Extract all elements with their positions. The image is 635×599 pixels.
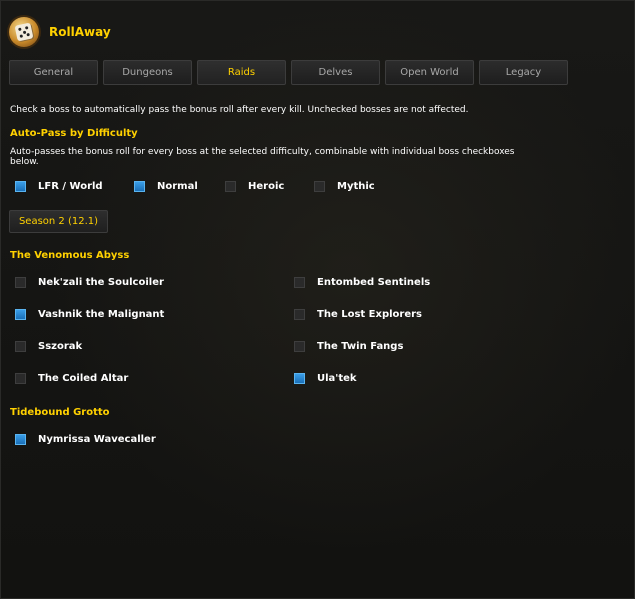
boss-label: Nymrissa Wavecaller	[38, 434, 156, 445]
tab-general[interactable]: General	[9, 60, 98, 85]
boss-label: Ula'tek	[317, 373, 357, 384]
tab-legacy[interactable]: Legacy	[479, 60, 568, 85]
checkbox-unchecked[interactable]	[15, 277, 26, 288]
tab-delves[interactable]: Delves	[291, 60, 380, 85]
boss-label: The Twin Fangs	[317, 341, 404, 352]
difficulty-section-title: Auto-Pass by Difficulty	[10, 128, 138, 139]
boss-checkbox-vashnik[interactable]: Vashnik the Malignant	[15, 309, 164, 320]
boss-label: Sszorak	[38, 341, 83, 352]
dice-icon	[9, 17, 39, 47]
checkbox-unchecked[interactable]	[294, 309, 305, 320]
difficulty-heroic-checkbox[interactable]: Heroic	[225, 181, 284, 192]
checkbox-label: Heroic	[248, 181, 285, 192]
checkbox-unchecked[interactable]	[15, 373, 26, 384]
tab-dungeons[interactable]: Dungeons	[103, 60, 192, 85]
checkbox-checked[interactable]	[134, 181, 145, 192]
raid-title-venomous-abyss: The Venomous Abyss	[10, 250, 130, 261]
boss-label: The Lost Explorers	[317, 309, 422, 320]
intro-text: Check a boss to automatically pass the b…	[10, 105, 469, 115]
checkbox-label: Normal	[157, 181, 198, 192]
difficulty-lfr-checkbox[interactable]: LFR / World	[15, 181, 103, 192]
checkbox-checked[interactable]	[294, 373, 305, 384]
app-title: RollAway	[49, 25, 111, 39]
checkbox-label: LFR / World	[38, 181, 103, 192]
checkbox-unchecked[interactable]	[294, 277, 305, 288]
checkbox-checked[interactable]	[15, 181, 26, 192]
checkbox-unchecked[interactable]	[314, 181, 325, 192]
boss-checkbox-lost-explorers[interactable]: The Lost Explorers	[294, 309, 422, 320]
boss-checkbox-sszorak[interactable]: Sszorak	[15, 341, 82, 352]
checkbox-unchecked[interactable]	[225, 181, 236, 192]
tab-raids[interactable]: Raids	[197, 60, 286, 85]
boss-label: Nek'zali the Soulcoiler	[38, 277, 164, 288]
boss-checkbox-twin-fangs[interactable]: The Twin Fangs	[294, 341, 403, 352]
checkbox-unchecked[interactable]	[15, 341, 26, 352]
boss-label: Vashnik the Malignant	[38, 309, 165, 320]
tab-open-world[interactable]: Open World	[385, 60, 474, 85]
checkbox-checked[interactable]	[15, 434, 26, 445]
boss-checkbox-nekzali[interactable]: Nek'zali the Soulcoiler	[15, 277, 164, 288]
difficulty-normal-checkbox[interactable]: Normal	[134, 181, 198, 192]
boss-checkbox-coiled-altar[interactable]: The Coiled Altar	[15, 373, 128, 384]
boss-label: Entombed Sentinels	[317, 277, 431, 288]
raid-title-tidebound-grotto: Tidebound Grotto	[10, 407, 110, 418]
boss-checkbox-nymrissa[interactable]: Nymrissa Wavecaller	[15, 434, 156, 445]
tab-bar: General Dungeons Raids Delves Open World…	[9, 60, 568, 85]
checkbox-label: Mythic	[337, 181, 375, 192]
boss-label: The Coiled Altar	[38, 373, 129, 384]
difficulty-mythic-checkbox[interactable]: Mythic	[314, 181, 375, 192]
boss-checkbox-ulatek[interactable]: Ula'tek	[294, 373, 357, 384]
window-header: RollAway	[9, 15, 111, 49]
checkbox-checked[interactable]	[15, 309, 26, 320]
addon-settings-window: RollAway General Dungeons Raids Delves O…	[0, 0, 635, 599]
season-select-button[interactable]: Season 2 (12.1)	[9, 210, 108, 233]
checkbox-unchecked[interactable]	[294, 341, 305, 352]
difficulty-description-line-2: below.	[10, 157, 39, 167]
difficulty-description-line-1: Auto-passes the bonus roll for every bos…	[10, 147, 515, 157]
boss-checkbox-entombed-sentinels[interactable]: Entombed Sentinels	[294, 277, 430, 288]
